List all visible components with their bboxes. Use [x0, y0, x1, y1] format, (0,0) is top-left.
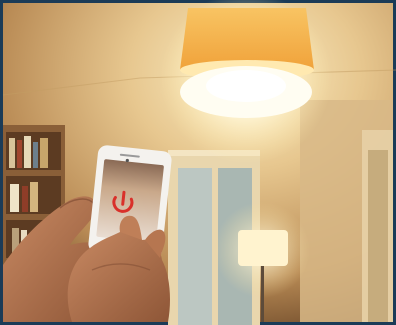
pendant-lamp: [160, 0, 332, 164]
photo-frame: [0, 0, 396, 325]
smart-home-photo: [0, 0, 396, 325]
